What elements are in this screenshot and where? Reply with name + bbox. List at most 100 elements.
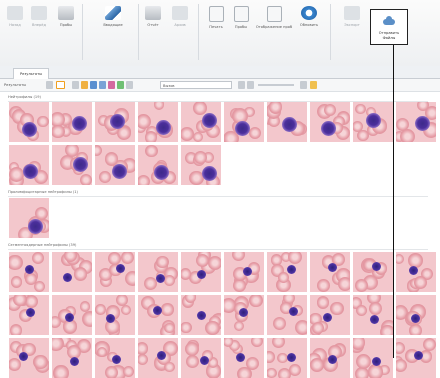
cell-thumbnail[interactable] <box>52 252 92 292</box>
cell-thumbnail[interactable] <box>181 102 221 142</box>
cell-thumbnail[interactable] <box>310 102 350 142</box>
filter-icon[interactable] <box>126 81 133 89</box>
cell-thumbnail[interactable] <box>9 102 49 142</box>
cell-thumbnail[interactable] <box>9 295 49 335</box>
red-cell-shape <box>184 295 197 303</box>
section-header: Нейтрофилы (19) <box>8 94 428 102</box>
cell-thumbnail[interactable] <box>396 295 436 335</box>
cell-thumbnail[interactable] <box>267 102 307 142</box>
print-button[interactable]: Печать <box>204 2 228 46</box>
white-cell-shape <box>22 121 38 137</box>
red-cell-shape <box>104 366 118 378</box>
cell-thumbnail[interactable] <box>138 295 178 335</box>
white-cell-shape <box>153 306 163 316</box>
cell-thumbnail[interactable] <box>52 102 92 142</box>
cell-thumbnail[interactable] <box>95 145 135 185</box>
red-cell-shape <box>193 102 207 115</box>
ribbon-toolbar: Назад Вперёд Пробы Вводящие Отчёт Архив … <box>0 0 440 67</box>
color-icon[interactable] <box>99 81 106 89</box>
color-icon[interactable] <box>108 81 115 89</box>
cell-thumbnail[interactable] <box>396 338 436 378</box>
cell-thumbnail[interactable] <box>138 338 178 378</box>
cell-thumbnail[interactable] <box>224 338 264 378</box>
settings-icon[interactable] <box>300 81 307 89</box>
red-cell-shape <box>295 320 307 335</box>
color-icon[interactable] <box>90 81 97 89</box>
cell-thumbnail[interactable] <box>353 295 393 335</box>
cell-thumbnail[interactable] <box>181 295 221 335</box>
bookmark-icon[interactable] <box>310 81 317 89</box>
cell-thumbnail[interactable] <box>9 252 49 292</box>
samples-view-button[interactable]: Пробы <box>230 2 252 46</box>
forward-button[interactable]: Вперёд <box>28 2 50 46</box>
zoom-out-icon[interactable] <box>238 81 245 89</box>
cell-thumbnail[interactable] <box>95 338 135 378</box>
red-cell-shape <box>271 338 286 349</box>
red-cell-shape <box>338 277 350 292</box>
cell-thumbnail[interactable] <box>9 145 49 185</box>
report-button-label: Отчёт <box>147 23 159 27</box>
cell-thumbnail[interactable] <box>95 102 135 142</box>
cell-thumbnail[interactable] <box>353 338 393 378</box>
annotate-button[interactable]: Вводящие <box>92 2 134 46</box>
zoom-in-icon[interactable] <box>247 81 254 89</box>
send-button-label-2: Файлы <box>382 35 396 40</box>
cell-thumbnail[interactable] <box>224 102 264 142</box>
cell-thumbnail[interactable] <box>353 102 393 142</box>
red-cell-shape <box>138 174 151 185</box>
report-button[interactable]: Отчёт <box>142 2 164 46</box>
white-cell-shape <box>197 311 207 321</box>
color-icon[interactable] <box>117 81 124 89</box>
grid-icon[interactable] <box>72 81 79 89</box>
red-cell-shape <box>32 252 44 265</box>
white-cell-shape <box>323 312 333 322</box>
ribbon-separator <box>138 4 139 60</box>
cell-thumbnail[interactable] <box>267 295 307 335</box>
cell-thumbnail[interactable] <box>310 338 350 378</box>
red-cell-shape <box>193 150 208 164</box>
view-dropdown[interactable]: Вызов <box>160 81 232 89</box>
forward-arrow-icon <box>31 6 47 20</box>
cell-thumbnail[interactable] <box>181 145 221 185</box>
cell-thumbnail[interactable] <box>52 338 92 378</box>
red-cell-shape <box>205 320 220 335</box>
cell-thumbnail[interactable] <box>138 102 178 142</box>
refresh-button[interactable]: Обновить <box>296 2 322 46</box>
cell-thumbnail[interactable] <box>224 295 264 335</box>
cell-row <box>9 102 439 142</box>
cell-thumbnail[interactable] <box>95 252 135 292</box>
back-button-label: Назад <box>9 23 21 27</box>
cell-thumbnail[interactable] <box>310 295 350 335</box>
samples-button[interactable]: Пробы <box>54 2 78 46</box>
cell-thumbnail[interactable] <box>52 145 92 185</box>
cell-thumbnail[interactable] <box>181 338 221 378</box>
cell-thumbnail[interactable] <box>9 338 49 378</box>
ribbon-separator <box>82 4 83 60</box>
cell-thumbnail[interactable] <box>396 102 436 142</box>
back-button[interactable]: Назад <box>4 2 26 46</box>
cell-thumbnail[interactable] <box>224 252 264 292</box>
cell-thumbnail[interactable] <box>353 252 393 292</box>
tab-results[interactable]: Результаты <box>13 68 49 79</box>
display-samples-button[interactable]: Отображение проб <box>254 2 294 46</box>
cell-thumbnail[interactable] <box>138 252 178 292</box>
archive-button[interactable]: Архив <box>166 2 194 46</box>
cell-thumbnail[interactable] <box>9 198 49 238</box>
layout-icon[interactable] <box>46 81 53 89</box>
zoom-slider[interactable] <box>258 84 294 86</box>
cell-thumbnail[interactable] <box>310 252 350 292</box>
highlight-icon[interactable] <box>56 81 65 89</box>
cell-thumbnail[interactable] <box>52 295 92 335</box>
cell-thumbnail[interactable] <box>138 145 178 185</box>
cell-thumbnail[interactable] <box>396 252 436 292</box>
cell-thumbnail[interactable] <box>267 338 307 378</box>
folder-icon[interactable] <box>81 81 88 89</box>
red-cell-shape <box>233 320 244 332</box>
cell-thumbnail[interactable] <box>95 295 135 335</box>
send-button[interactable]: Отправить Файлы <box>370 9 408 45</box>
cell-thumbnail[interactable] <box>267 252 307 292</box>
red-cell-shape <box>156 255 169 269</box>
export-button[interactable]: Экспорт <box>338 2 366 46</box>
cell-thumbnail[interactable] <box>181 252 221 292</box>
red-cell-shape <box>273 316 287 330</box>
